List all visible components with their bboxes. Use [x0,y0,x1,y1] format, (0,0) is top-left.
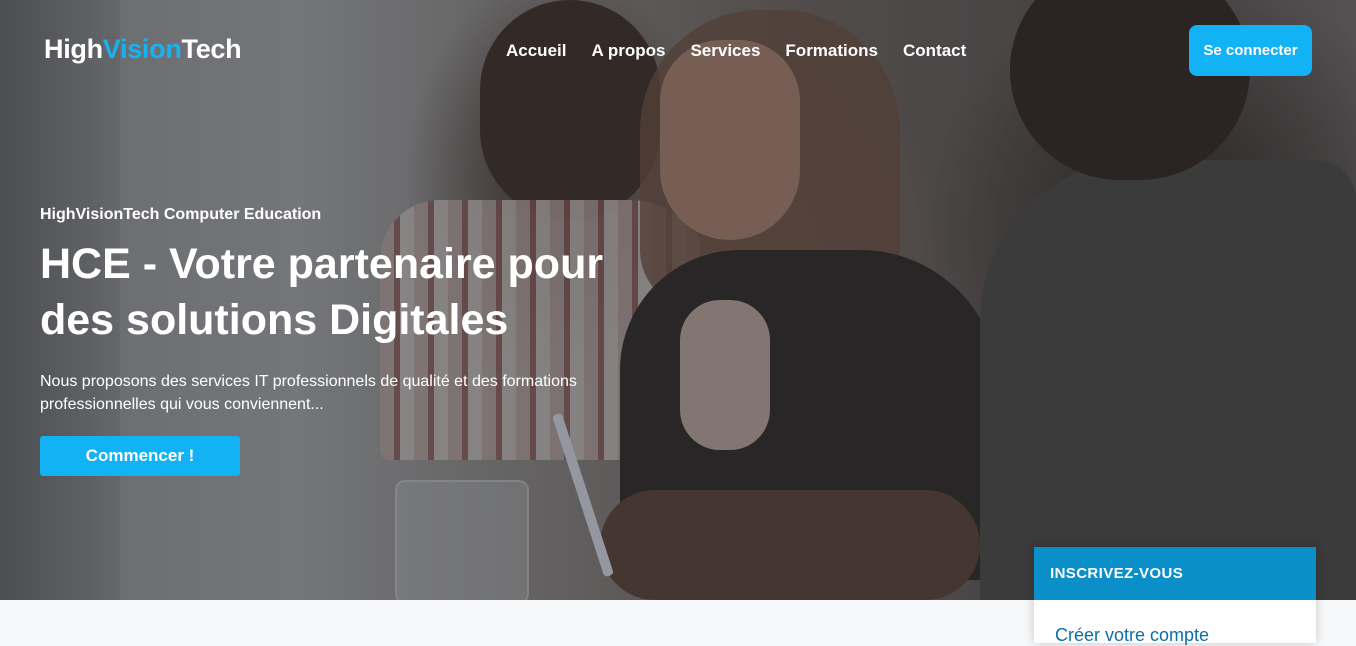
login-button[interactable]: Se connecter [1189,25,1312,76]
brand-logo-part: High [44,34,103,64]
signup-card: INSCRIVEZ-VOUS Créer votre compte [1034,547,1316,645]
signup-card-heading: INSCRIVEZ-VOUS [1034,547,1316,600]
get-started-button[interactable]: Commencer ! [40,436,240,476]
nav-link-contact[interactable]: Contact [903,41,966,61]
hero-eyebrow: HighVisionTech Computer Education [40,206,322,223]
hero-title: HCE - Votre partenaire pour des solution… [40,240,604,344]
nav-link-accueil[interactable]: Accueil [506,41,566,61]
hero-lead: Nous proposons des services IT professio… [40,373,577,413]
brand-logo[interactable]: HighVisionTech [44,34,242,65]
brand-logo-part: Tech [181,34,242,64]
nav-link-formations[interactable]: Formations [785,41,878,61]
main-nav: Accueil A propos Services Formations Con… [506,41,966,61]
nav-link-services[interactable]: Services [690,41,760,61]
nav-link-a-propos[interactable]: A propos [591,41,665,61]
brand-logo-accent: Vision [102,34,182,64]
